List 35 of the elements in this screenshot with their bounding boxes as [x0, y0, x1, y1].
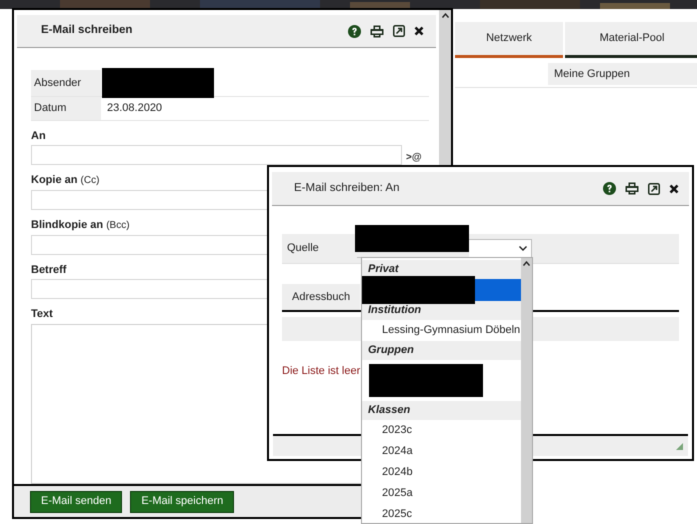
- tab[interactable]: Adressbuch: [282, 284, 360, 310]
- field-label: Text: [31, 308, 53, 320]
- row-value: 23.08.2020: [106, 101, 164, 116]
- popout-icon[interactable]: [648, 182, 660, 194]
- action-button[interactable]: E-Mail senden: [30, 490, 122, 512]
- action-button[interactable]: E-Mail speichern: [130, 490, 234, 512]
- input-field[interactable]: [31, 145, 402, 165]
- caret-up-icon[interactable]: [442, 13, 448, 18]
- caret-up-icon[interactable]: [523, 261, 530, 266]
- address-link[interactable]: >@: [406, 150, 422, 165]
- field-label: An: [31, 130, 46, 142]
- resize-grip-icon[interactable]: [675, 442, 684, 450]
- window-title: E-Mail schreiben: [41, 23, 132, 38]
- window-title: E-Mail schreiben: An: [294, 180, 400, 196]
- chevron-down-icon: [519, 246, 527, 251]
- help-icon[interactable]: [603, 182, 616, 195]
- row-label: Datum: [31, 97, 101, 120]
- row-label: Quelle: [286, 241, 320, 256]
- empty-message: Die Liste ist leer: [282, 364, 362, 379]
- group-header: Gruppen: [362, 341, 521, 360]
- row-label: Absender: [31, 70, 101, 96]
- field-label: Betreff: [31, 264, 66, 276]
- tab[interactable]: Netzwerk: [455, 22, 563, 58]
- field-label: Kopie an (Cc): [31, 174, 100, 186]
- help-icon[interactable]: [348, 24, 361, 38]
- group-header: Klassen: [362, 401, 521, 420]
- print-icon[interactable]: [370, 24, 384, 38]
- scrollbar[interactable]: [521, 258, 532, 523]
- field-label: Blindkopie an (Bcc): [31, 219, 130, 231]
- close-icon[interactable]: [414, 26, 424, 36]
- sub-tab[interactable]: Meine Gruppen: [548, 63, 697, 85]
- close-icon[interactable]: [669, 184, 679, 194]
- popout-icon[interactable]: [393, 25, 405, 37]
- tab[interactable]: Material-Pool: [565, 22, 697, 58]
- print-icon[interactable]: [625, 182, 639, 195]
